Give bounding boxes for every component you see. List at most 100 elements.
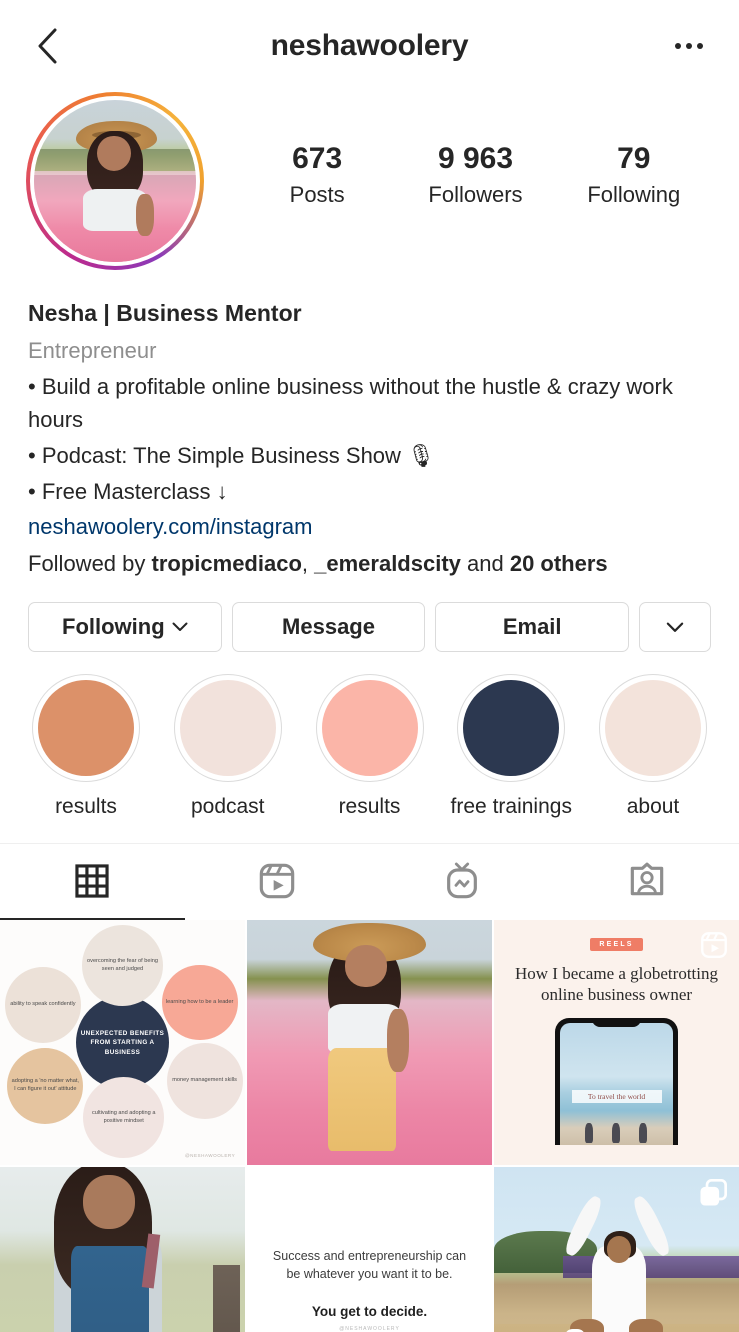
bio-line-2: • Podcast: The Simple Business Show 🎙: [28, 442, 435, 468]
tab-igtv[interactable]: [370, 844, 555, 920]
chevron-down-icon: [666, 622, 684, 632]
more-actions-button[interactable]: [639, 602, 712, 653]
highlight-cover: [38, 680, 134, 777]
phone-caption: To travel the world: [571, 1089, 662, 1103]
profile-bio: Nesha | Business Mentor Entrepreneur • B…: [0, 270, 739, 581]
mindmap-node-5: adopting a 'no matter what, I can figure…: [7, 1047, 84, 1124]
back-button[interactable]: [28, 26, 68, 66]
profile-website-link[interactable]: neshawoolery.com/instagram: [28, 510, 711, 544]
highlight-ring: [599, 674, 707, 783]
mindmap-node-4: cultivating and adopting a positive mind…: [83, 1077, 165, 1159]
highlight-free-trainings[interactable]: free trainings: [447, 674, 575, 819]
post-reels-cover[interactable]: REELS How I became a globetrotting onlin…: [494, 920, 739, 1166]
stat-posts-value: 673: [292, 142, 343, 175]
message-button-label: Message: [282, 614, 375, 640]
post-grid: UNEXPECTED BENEFITS FROM STARTING A BUSI…: [0, 920, 739, 1332]
tab-grid[interactable]: [0, 844, 185, 921]
post-hay-bale-photo[interactable]: [494, 1167, 739, 1332]
bio-line-1: • Build a profitable online business wit…: [28, 373, 673, 433]
highlight-ring: [315, 674, 424, 783]
post-watermark: @NESHAWOOLERY: [184, 1153, 236, 1159]
photo-face: [606, 1236, 632, 1263]
followed-by-name-1[interactable]: tropicmediaco: [152, 551, 302, 576]
tab-tagged[interactable]: [554, 844, 739, 920]
followed-by-prefix: Followed by: [28, 551, 152, 577]
followed-by-separator: ,: [301, 551, 315, 577]
tagged-icon: [630, 862, 663, 896]
photo-face: [83, 1174, 135, 1229]
profile-action-buttons: Following Message Email: [0, 581, 739, 653]
display-name: Nesha | Business Mentor: [28, 300, 302, 326]
highlight-results-1[interactable]: results: [22, 674, 150, 819]
stat-followers-value: 9 963: [437, 142, 514, 175]
ellipsis-icon: [675, 43, 681, 49]
followed-by-middle: and: [460, 551, 510, 577]
stat-posts-label: Posts: [289, 181, 345, 207]
post-denim-photo[interactable]: [0, 1167, 245, 1332]
phone-figure: [585, 1122, 593, 1143]
story-highlights: results podcast results free trainings a…: [0, 652, 739, 819]
mindmap-graphic: UNEXPECTED BENEFITS FROM STARTING A BUSI…: [0, 920, 245, 1166]
igtv-icon: [446, 862, 477, 899]
highlight-podcast[interactable]: podcast: [164, 674, 292, 819]
avatar: [34, 100, 196, 262]
highlight-cover: [463, 680, 560, 777]
ellipsis-icon: [686, 43, 692, 49]
following-button-label: Following: [62, 614, 165, 640]
phone-screen: To travel the world: [560, 1022, 673, 1145]
reels-badge-icon: [699, 930, 729, 965]
mindmap-center-node: UNEXPECTED BENEFITS FROM STARTING A BUSI…: [75, 996, 170, 1090]
profile-header: 673 Posts 9 963 Followers 79 Following: [0, 92, 739, 270]
reels-icon: [259, 864, 295, 899]
followed-by-others[interactable]: 20 others: [510, 551, 608, 576]
profile-avatar-story-ring[interactable]: [26, 92, 204, 270]
quote-bold-text: You get to decide.: [311, 1303, 428, 1319]
stat-following-value: 79: [617, 142, 651, 175]
photo-yellow-skirt: [327, 1047, 397, 1151]
photo-leg-right: [628, 1319, 664, 1332]
stat-followers-label: Followers: [428, 181, 523, 207]
more-options-button[interactable]: [667, 26, 711, 66]
stat-posts[interactable]: 673 Posts: [269, 140, 365, 208]
grid-icon: [75, 864, 109, 899]
profile-tab-bar: [0, 843, 739, 921]
photo-denim-overalls: [71, 1245, 150, 1332]
post-mindmap[interactable]: UNEXPECTED BENEFITS FROM STARTING A BUSI…: [0, 920, 245, 1166]
followed-by-name-2[interactable]: _emeraldscity: [314, 551, 461, 576]
highlight-about[interactable]: about: [589, 674, 717, 819]
mindmap-node-2: learning how to be a leader: [161, 964, 238, 1041]
reels-title: How I became a globetrotting online busi…: [515, 963, 718, 1005]
reels-tag-label: REELS: [590, 937, 643, 951]
tab-reels[interactable]: [185, 844, 370, 920]
photo-face: [345, 944, 387, 987]
post-flower-field-photo[interactable]: [247, 920, 492, 1166]
email-button[interactable]: Email: [435, 602, 630, 653]
post-watermark: @NESHAWOOLERY: [339, 1325, 400, 1332]
quote-main-text: Success and entrepreneurship can be what…: [272, 1249, 467, 1281]
chevron-down-icon: [172, 622, 188, 632]
highlight-label: about: [626, 795, 680, 819]
stat-following[interactable]: 79 Following: [586, 140, 682, 208]
highlight-label: results: [55, 795, 117, 819]
avatar-inner: [30, 96, 200, 266]
message-button[interactable]: Message: [231, 602, 426, 653]
photo-lavender-field: [562, 1255, 739, 1278]
instagram-profile-screen: neshawoolery 673 Posts 9 963 Followers 7…: [0, 0, 739, 1332]
denim-photo: [0, 1167, 245, 1332]
phone-figure: [612, 1122, 620, 1143]
avatar-arm: [136, 193, 154, 237]
stat-followers[interactable]: 9 963 Followers: [427, 140, 523, 208]
post-quote[interactable]: Success and entrepreneurship can be what…: [247, 1167, 492, 1332]
stat-following-label: Following: [587, 181, 681, 207]
photo-fence-post: [213, 1265, 241, 1332]
highlight-label: podcast: [190, 795, 265, 819]
followed-by-text[interactable]: Followed by tropicmediaco, _emeraldscity…: [28, 547, 711, 581]
flower-field-photo: [247, 920, 492, 1166]
highlight-ring: [173, 674, 282, 783]
following-button[interactable]: Following: [28, 602, 222, 653]
highlight-results-2[interactable]: results: [306, 674, 434, 819]
carousel-badge-icon: [697, 1177, 729, 1214]
highlight-label: results: [338, 795, 401, 819]
phone-notch: [592, 1017, 641, 1027]
highlight-cover: [321, 680, 418, 777]
